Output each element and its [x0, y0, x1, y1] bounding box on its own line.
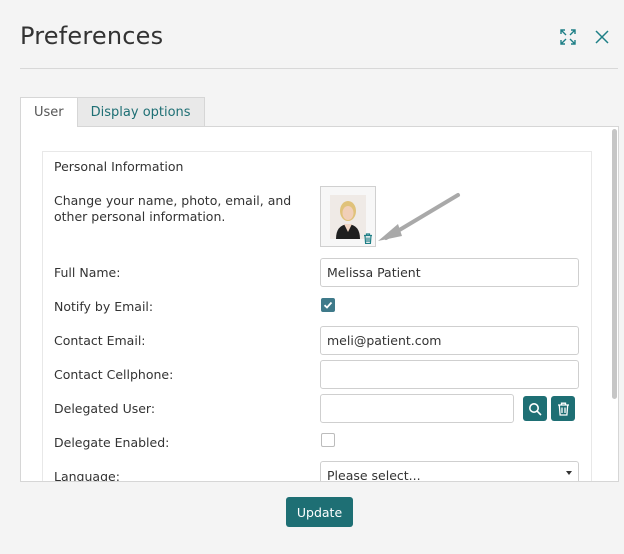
language-select-value: Please select... — [327, 468, 421, 482]
language-label: Language: — [54, 469, 120, 482]
contact-email-input[interactable] — [320, 326, 579, 355]
user-panel: Personal Information Change your name, p… — [20, 126, 619, 482]
contact-cellphone-input[interactable] — [320, 360, 579, 389]
clear-user-button[interactable] — [551, 396, 575, 421]
section-title: Personal Information — [54, 159, 184, 174]
notify-email-checkbox[interactable] — [321, 298, 335, 312]
expand-button[interactable] — [558, 27, 578, 47]
page-title: Preferences — [20, 22, 164, 50]
tab-display-options[interactable]: Display options — [76, 97, 205, 126]
delegate-enabled-label: Delegate Enabled: — [54, 435, 170, 450]
avatar — [330, 195, 366, 239]
contact-email-label: Contact Email: — [54, 333, 146, 348]
check-icon — [323, 301, 333, 309]
full-name-label: Full Name: — [54, 265, 121, 280]
section-description: Change your name, photo, email, and othe… — [54, 193, 292, 224]
delegated-user-input[interactable] — [320, 394, 514, 423]
scrollbar-thumb[interactable] — [612, 129, 617, 399]
pointer-arrow-icon — [378, 193, 460, 241]
tab-bar: User Display options — [20, 97, 205, 127]
search-icon — [529, 402, 542, 416]
delegate-enabled-checkbox[interactable] — [321, 433, 335, 447]
trash-icon — [557, 402, 569, 416]
header-divider — [20, 68, 618, 69]
update-button[interactable]: Update — [286, 497, 353, 527]
close-button[interactable] — [592, 27, 612, 47]
delegated-user-label: Delegated User: — [54, 401, 156, 416]
expand-icon — [560, 29, 576, 45]
search-user-button[interactable] — [523, 396, 547, 421]
trash-icon[interactable] — [363, 233, 373, 244]
contact-cellphone-label: Contact Cellphone: — [54, 367, 174, 382]
profile-photo[interactable] — [320, 186, 376, 247]
scrollbar[interactable] — [610, 127, 618, 481]
close-icon — [595, 30, 609, 44]
chevron-down-icon — [566, 471, 572, 475]
tab-user[interactable]: User — [20, 97, 78, 127]
full-name-input[interactable] — [320, 258, 579, 287]
notify-email-label: Notify by Email: — [54, 299, 154, 314]
header-actions — [558, 27, 612, 47]
language-select[interactable]: Please select... — [320, 461, 579, 482]
